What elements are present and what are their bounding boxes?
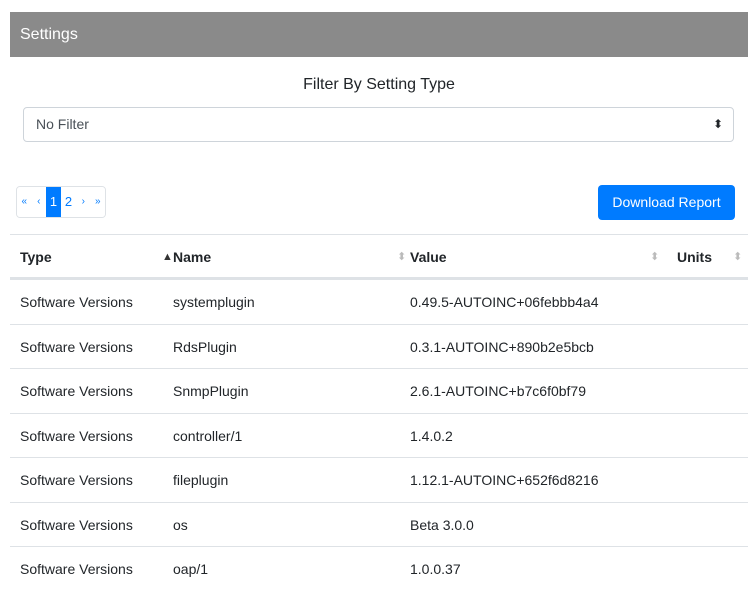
pagination: « ‹ 1 2 › » (16, 186, 106, 218)
cell-name: fileplugin (173, 472, 229, 488)
page-2-button[interactable]: 2 (61, 187, 76, 217)
cell-value: 1.0.0.37 (410, 561, 461, 577)
cell-value: Beta 3.0.0 (410, 516, 474, 533)
table-row: Software Versions oap/1 1.0.0.37 (10, 546, 748, 591)
filter-select-value: No Filter (36, 116, 89, 132)
cell-name: os (173, 516, 188, 533)
first-page-button[interactable]: « (17, 187, 32, 217)
cell-type: Software Versions (20, 516, 133, 533)
cell-value: 0.49.5-AUTOINC+06febbb4a4 (410, 294, 599, 310)
prev-page-button[interactable]: ‹ (31, 187, 46, 217)
table-row: Software Versions SnmpPlugin 2.6.1-AUTOI… (10, 368, 748, 413)
table-row: Software Versions RdsPlugin 0.3.1-AUTOIN… (10, 323, 748, 369)
settings-table: Type ▲︎ Name ⬍ Value ⬍ Units ⬍ Software … (10, 234, 748, 591)
column-header-name[interactable]: Name (173, 235, 211, 279)
select-caret-icon: ⬍ (712, 117, 723, 131)
cell-type: Software Versions (20, 294, 133, 310)
cell-value: 1.12.1-AUTOINC+652f6d8216 (410, 472, 599, 488)
cell-type: Software Versions (20, 383, 133, 399)
column-header-type[interactable]: Type (20, 235, 52, 279)
cell-type: Software Versions (20, 338, 133, 355)
table-row: Software Versions os Beta 3.0.0 (10, 501, 748, 547)
table-row: Software Versions controller/1 1.4.0.2 (10, 412, 748, 458)
column-header-value[interactable]: Value (410, 235, 447, 279)
cell-type: Software Versions (20, 561, 133, 577)
setting-type-filter-select[interactable]: No Filter ⬍ (23, 107, 734, 142)
filter-title: Filter By Setting Type (303, 76, 455, 93)
last-page-button[interactable]: » (90, 187, 105, 217)
sort-arrows-icon[interactable]: ⬍ (733, 235, 742, 279)
table-row: Software Versions fileplugin 1.12.1-AUTO… (10, 457, 748, 502)
cell-value: 0.3.1-AUTOINC+890b2e5bcb (410, 338, 594, 355)
sort-arrows-icon[interactable]: ⬍ (650, 235, 659, 279)
cell-type: Software Versions (20, 472, 133, 488)
sort-desc-icon[interactable]: ▲︎ (162, 235, 173, 279)
page-title: Settings (20, 26, 78, 43)
cell-type: Software Versions (20, 427, 133, 444)
next-page-button[interactable]: › (76, 187, 91, 217)
sort-arrows-icon[interactable]: ⬍ (397, 235, 406, 279)
table-row: Software Versions systemplugin 0.49.5-AU… (10, 279, 748, 324)
download-report-button[interactable]: Download Report (598, 185, 735, 220)
settings-header: Settings (10, 12, 748, 57)
cell-name: SnmpPlugin (173, 383, 249, 399)
cell-name: oap/1 (173, 561, 209, 577)
cell-value: 2.6.1-AUTOINC+b7c6f0bf79 (410, 383, 587, 399)
table-header-row: Type ▲︎ Name ⬍ Value ⬍ Units ⬍ (10, 234, 748, 279)
cell-name: systemplugin (173, 294, 255, 310)
column-header-units[interactable]: Units (677, 235, 712, 279)
cell-value: 1.4.0.2 (410, 427, 453, 444)
page-1-button[interactable]: 1 (46, 187, 61, 217)
cell-name: controller/1 (173, 427, 243, 444)
cell-name: RdsPlugin (173, 338, 237, 355)
